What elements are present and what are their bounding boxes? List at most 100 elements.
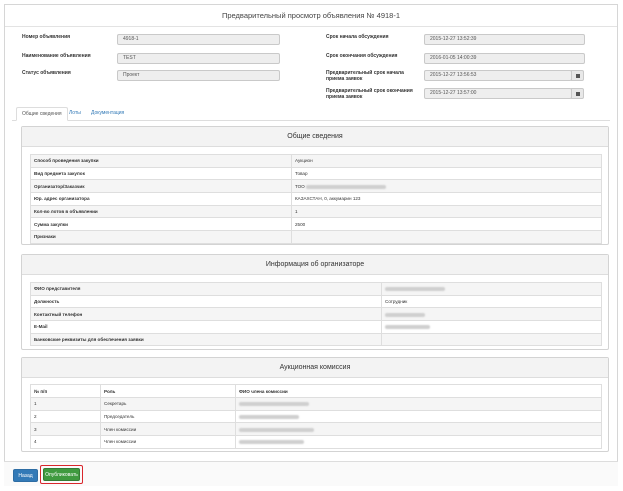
tab-bar: Общие сведения Лоты Документация: [12, 107, 610, 121]
application-start-calendar-button[interactable]: [571, 70, 584, 81]
announcement-name-field: TEST: [117, 53, 280, 64]
redacted-text: [385, 287, 445, 292]
row-key: Вид предмета закупок: [30, 166, 292, 181]
row-key: Способ проведения закупки: [30, 154, 292, 168]
application-start-field: 2015-12-27 13:56:53: [424, 70, 572, 81]
announcement-status-field: Проект: [117, 70, 280, 81]
row-key: Организатор/Заказчик: [30, 179, 292, 194]
discussion-start-label: Срок начала обсуждения: [326, 34, 389, 40]
general-info-title: Общие сведения: [22, 127, 608, 147]
row-key: ФИО представителя: [30, 282, 382, 296]
row-value: Аукцион: [291, 154, 602, 168]
redacted-text: [306, 184, 387, 189]
general-info-panel: Общие сведения Способ проведения закупки…: [21, 126, 609, 245]
table-row: Юр. адрес организатора КАЗАХСТАН, 0, акку…: [30, 192, 602, 206]
table-row: Организатор/Заказчик ТОО: [30, 179, 602, 194]
tab-documentation[interactable]: Документация: [86, 107, 129, 121]
row-member: [235, 409, 602, 424]
redacted-text: [239, 402, 309, 407]
application-end-field: 2015-12-27 13:57:00: [424, 88, 572, 99]
organizer-info-title: Информация об организаторе: [22, 255, 608, 275]
application-end-calendar-button[interactable]: [571, 88, 584, 99]
title-divider: [5, 26, 617, 27]
row-key: Кол-во лотов в объявлении: [30, 204, 292, 219]
calendar-icon: [576, 92, 580, 96]
row-value: 2500: [291, 217, 602, 232]
table-row: Банковские реквизиты для обеспечения зая…: [30, 332, 602, 347]
row-key: Признаки: [30, 230, 292, 244]
tab-general[interactable]: Общие сведения: [16, 107, 68, 121]
announcement-status-label: Статус объявления: [22, 70, 71, 76]
column-header-role: Роль: [100, 384, 236, 398]
table-header-row: № п/п Роль ФИО члена комиссии: [30, 384, 602, 398]
organizer-info-table: ФИО представителя Должность Сотрудник Кон…: [30, 282, 602, 347]
table-row: ФИО представителя: [30, 282, 602, 296]
redacted-text: [385, 325, 430, 330]
row-value: 1: [291, 204, 602, 219]
row-value: [381, 282, 602, 296]
row-role: Член комиссии: [100, 435, 236, 449]
tab-lots[interactable]: Лоты: [64, 107, 86, 121]
row-key: Сумма закупки: [30, 217, 292, 232]
row-member: [235, 435, 602, 449]
discussion-end-label: Срок окончания обсуждения: [326, 53, 398, 59]
announcement-name-label: Наименование объявления: [22, 53, 91, 59]
row-role: Член комиссии: [100, 422, 236, 437]
table-row: Кол-во лотов в объявлении 1: [30, 204, 602, 219]
row-value: КАЗАХСТАН, 0, аккумарин 123: [291, 192, 602, 206]
commission-title: Аукционная комиссия: [22, 358, 608, 378]
row-key: Банковские реквизиты для обеспечения зая…: [30, 332, 382, 347]
row-member: [235, 397, 602, 411]
action-bar: [4, 461, 618, 486]
row-value: [381, 332, 602, 347]
row-value: ТОО: [291, 179, 602, 194]
row-value: [381, 320, 602, 334]
table-row: 3 Член комиссии: [30, 422, 602, 437]
application-start-label: Предварительный срок начала приема заяво…: [326, 70, 404, 82]
row-key: Должность: [30, 294, 382, 309]
table-row: Должность Сотрудник: [30, 294, 602, 309]
row-role: Секретарь: [100, 397, 236, 411]
table-row: E-Mail: [30, 320, 602, 334]
table-row: 1 Секретарь: [30, 397, 602, 411]
row-value: [291, 230, 602, 244]
announcement-number-field: 4918-1: [117, 34, 280, 45]
row-number: 4: [30, 435, 101, 449]
table-row: Сумма закупки 2500: [30, 217, 602, 232]
discussion-end-field: 2016-01-05 14:00:39: [424, 53, 585, 64]
redacted-text: [385, 312, 425, 317]
table-row: 4 Член комиссии: [30, 435, 602, 449]
row-number: 2: [30, 409, 101, 424]
commission-panel: Аукционная комиссия № п/п Роль ФИО члена…: [21, 357, 609, 452]
row-number: 3: [30, 422, 101, 437]
announcement-number-label: Номер объявления: [22, 34, 71, 40]
publish-button[interactable]: Опубликовать: [43, 468, 80, 481]
organizer-name: ТОО: [295, 183, 305, 189]
general-info-table: Способ проведения закупки Аукцион Вид пре…: [30, 154, 602, 244]
row-value: [381, 307, 602, 322]
row-role: Председатель: [100, 409, 236, 424]
row-number: 1: [30, 397, 101, 411]
row-value: Товар: [291, 166, 602, 181]
calendar-icon: [576, 74, 580, 78]
organizer-info-panel: Информация об организаторе ФИО представи…: [21, 254, 609, 350]
redacted-text: [239, 414, 299, 419]
row-member: [235, 422, 602, 437]
application-end-label: Предварительный срок окончания приема за…: [326, 88, 413, 100]
row-key: Юр. адрес организатора: [30, 192, 292, 206]
table-row: Контактный телефон: [30, 307, 602, 322]
back-button[interactable]: Назад: [13, 469, 38, 482]
row-key: Контактный телефон: [30, 307, 382, 322]
page-title: Предварительный просмотр объявления № 49…: [221, 11, 401, 20]
discussion-start-field: 2015-12-27 13:52:39: [424, 34, 585, 45]
column-header-member-name: ФИО члена комиссии: [235, 384, 602, 398]
table-row: Способ проведения закупки Аукцион: [30, 154, 602, 168]
redacted-text: [239, 427, 314, 432]
commission-table: № п/п Роль ФИО члена комиссии 1 Секретарь…: [30, 384, 602, 449]
table-row: 2 Председатель: [30, 409, 602, 424]
row-key: E-Mail: [30, 320, 382, 334]
row-value: Сотрудник: [381, 294, 602, 309]
column-header-number: № п/п: [30, 384, 101, 398]
redacted-text: [239, 440, 304, 445]
table-row: Признаки: [30, 230, 602, 244]
